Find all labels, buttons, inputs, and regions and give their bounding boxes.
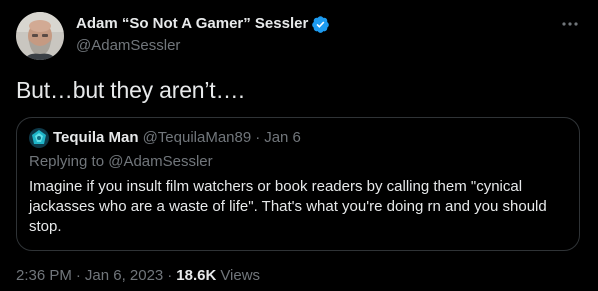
- verified-badge-icon[interactable]: [311, 15, 330, 34]
- quoted-replying-to: Replying to @AdamSessler: [29, 152, 213, 172]
- quoted-handle[interactable]: @TequilaMan89: [143, 128, 252, 148]
- author-name-row: Adam “So Not A Gamer” Sessler: [76, 14, 330, 34]
- author-handle[interactable]: @AdamSessler: [76, 36, 180, 56]
- author-display-name[interactable]: Adam “So Not A Gamer” Sessler: [76, 14, 308, 34]
- bald-bearded-man-avatar-icon: [16, 12, 64, 60]
- author-avatar[interactable]: [16, 12, 64, 60]
- quoted-header: Tequila Man @TequilaMan89 · Jan 6: [29, 128, 301, 148]
- tweet: Adam “So Not A Gamer” Sessler @AdamSessl…: [0, 0, 598, 291]
- replying-prefix: Replying to: [29, 153, 105, 170]
- quoted-date[interactable]: Jan 6: [264, 128, 301, 148]
- tweet-meta: 2:36 PM · Jan 6, 2023 · 18.6K Views: [16, 266, 260, 286]
- teal-blue-geometric-avatar-icon: [29, 128, 49, 148]
- replying-handle[interactable]: @AdamSessler: [108, 153, 212, 170]
- tweet-date[interactable]: Jan 6, 2023: [85, 266, 163, 286]
- more-options-icon[interactable]: [560, 14, 580, 34]
- views-label: Views: [220, 267, 261, 284]
- quoted-avatar[interactable]: [29, 128, 49, 148]
- quoted-separator: ·: [255, 129, 261, 146]
- views-count: 18.6K: [176, 267, 217, 284]
- quoted-display-name[interactable]: Tequila Man: [53, 128, 139, 148]
- tweet-text: But…but they aren’t….: [16, 77, 245, 103]
- meta-separator: ·: [167, 267, 173, 284]
- meta-separator: ·: [75, 267, 81, 284]
- tweet-time[interactable]: 2:36 PM: [16, 266, 72, 286]
- quoted-tweet[interactable]: Tequila Man @TequilaMan89 · Jan 6 Replyi…: [16, 117, 580, 251]
- quoted-text: Imagine if you insult film watchers or b…: [29, 178, 547, 235]
